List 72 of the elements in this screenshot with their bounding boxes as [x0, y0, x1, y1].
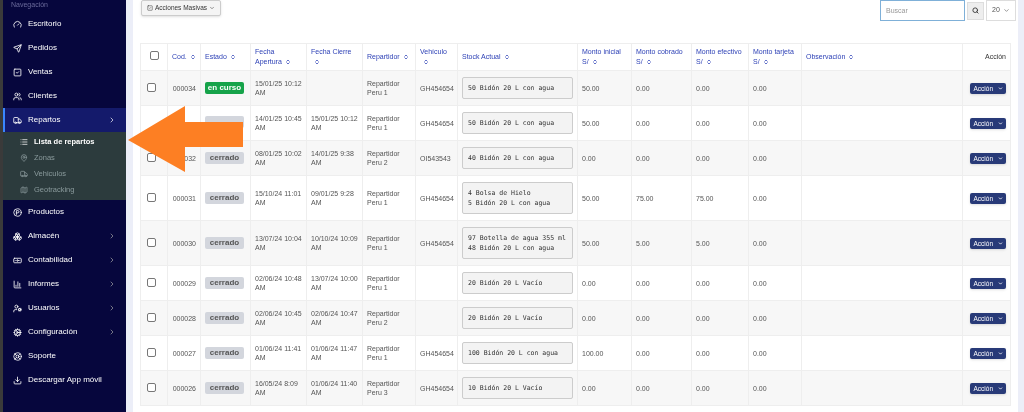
settings-icon: [13, 327, 22, 337]
user-icon: [13, 303, 22, 313]
caret-icon: [209, 5, 216, 11]
banknote-icon: [13, 255, 22, 265]
caret-icon: [998, 85, 1003, 91]
caret-icon: [998, 155, 1003, 161]
checkbox[interactable]: [147, 382, 156, 392]
status-badge: en curso: [205, 82, 244, 94]
search-button[interactable]: [967, 1, 984, 20]
checkbox[interactable]: [147, 312, 156, 322]
caret-icon: [998, 280, 1003, 286]
sidebar-item[interactable]: Soporte: [3, 344, 126, 368]
lifebuoy-icon: [13, 351, 22, 361]
sort-icon: [402, 54, 409, 61]
boxes-icon: [13, 231, 22, 241]
sidebar-item[interactable]: Repartos: [3, 108, 126, 132]
sort-icon: [284, 59, 291, 66]
caret-icon: [1003, 7, 1010, 14]
sort-icon: [705, 59, 712, 66]
sidebar-item[interactable]: Contabilidad: [3, 248, 126, 272]
sidebar-item[interactable]: Productos: [3, 200, 126, 224]
sort-icon: [314, 59, 320, 66]
caret-icon: [998, 350, 1003, 356]
caret-icon: [998, 240, 1003, 246]
paper-plane-icon: [13, 43, 22, 53]
download-icon: [13, 375, 22, 385]
caret-icon: [998, 315, 1003, 321]
caret-icon: [998, 120, 1003, 126]
sort-icon: [189, 54, 196, 61]
sidebar-item[interactable]: Almacén: [3, 224, 126, 248]
sort-icon: [423, 59, 429, 66]
checkbox[interactable]: [149, 50, 159, 60]
checkbox[interactable]: [147, 237, 156, 247]
status-badge: cerrado: [205, 347, 244, 359]
status-badge: cerrado: [205, 237, 244, 249]
sort-icon: [762, 59, 769, 66]
sort-icon: [645, 59, 652, 66]
caret-icon: [998, 385, 1003, 391]
checkbox[interactable]: [147, 192, 156, 202]
gauge-icon: [13, 19, 22, 29]
truck-icon: [13, 115, 22, 125]
sort-icon: [591, 59, 598, 66]
status-badge: cerrado: [205, 152, 244, 164]
list-icon: [20, 138, 28, 146]
sidebar-item[interactable]: Informes: [3, 272, 126, 296]
sort-icon: [229, 54, 236, 61]
status-badge: cerrado: [205, 277, 244, 289]
status-badge: cerrado: [205, 382, 244, 394]
sidebar-item[interactable]: Configuración: [3, 320, 126, 344]
map-icon: [20, 186, 28, 194]
checkbox[interactable]: [147, 277, 156, 287]
sidebar-item[interactable]: Clientes: [3, 84, 126, 108]
sidebar-item[interactable]: Escritorio: [3, 12, 126, 36]
sort-icon: [848, 54, 855, 61]
caret-icon: [998, 195, 1003, 201]
checkbox-icon: [147, 5, 153, 11]
sidebar-item[interactable]: Ventas: [3, 60, 126, 84]
bar-chart-icon: [13, 279, 22, 289]
users-icon: [13, 91, 22, 101]
sidebar-item[interactable]: Pedidos: [3, 36, 126, 60]
sidebar-item[interactable]: Usuarios: [3, 296, 126, 320]
sidebar-item[interactable]: Descargar App móvil: [3, 368, 126, 392]
search-icon: [972, 7, 979, 14]
checkbox[interactable]: [147, 347, 156, 357]
truck-icon: [20, 170, 28, 178]
checkbox-icon: [13, 67, 22, 77]
status-badge: cerrado: [205, 192, 244, 204]
pin-icon: [20, 154, 28, 162]
sort-icon: [503, 54, 510, 61]
p-circle-icon: [13, 207, 22, 217]
status-badge: cerrado: [205, 312, 244, 324]
checkbox[interactable]: [147, 82, 156, 92]
